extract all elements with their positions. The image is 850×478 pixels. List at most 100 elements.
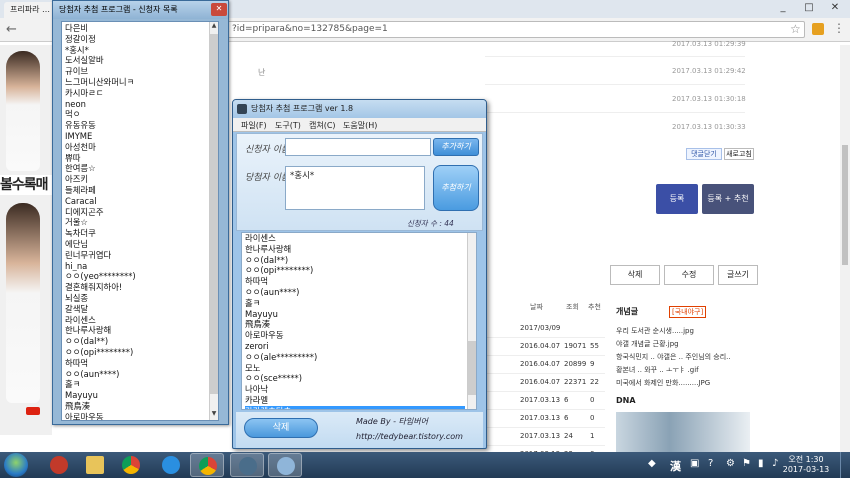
concept-item[interactable]: 우리 도서관 순시생.....jpg [616,326,694,336]
list-item[interactable]: 모노 [245,363,465,374]
list-item[interactable]: 유동유동 [65,120,205,131]
list-item[interactable]: 느그머니산와머니ㅋ [65,77,205,88]
list-item[interactable]: 에단님 [65,239,205,250]
concept-item[interactable]: 미국에서 화제인 만화.........JPG [616,378,710,388]
show-desktop-button[interactable] [840,452,850,478]
table-row[interactable]: 2016.04.07 20899 9 [480,356,605,374]
list-item[interactable]: 결혼해줘지하아! [65,282,205,293]
extension-icon[interactable] [812,23,824,35]
main-list-scroll-thumb[interactable] [468,341,476,395]
blog-url-text[interactable]: http://tedybear.tistory.com [356,432,463,441]
taskbar-chrome-active[interactable] [190,453,224,477]
list-item[interactable]: 다은비 [65,23,205,34]
list-item[interactable]: IMYME [65,131,205,142]
table-row[interactable]: 2016.04.07 22371 22 [480,374,605,392]
settings-icon[interactable]: ⚙ [726,458,735,469]
table-row[interactable]: 2017/03/09 [480,320,605,338]
list-item[interactable]: 하따먹 [65,358,205,369]
delete-button[interactable]: 삭제 [244,418,318,438]
minimize-button[interactable]: _ [770,0,796,16]
list-item[interactable]: 飛鳥湊 [245,319,465,330]
list-item[interactable]: 규이브 [65,66,205,77]
list-item[interactable]: 홀ㅋ [245,298,465,309]
refresh-button[interactable]: 새로고침 [724,148,754,160]
list-item[interactable]: 한여름☆ [65,163,205,174]
scroll-up-icon[interactable]: ▲ [209,22,218,32]
list-item[interactable]: 갈색달 [65,304,205,315]
list-item[interactable]: Caracal [65,196,205,207]
list-item[interactable]: ㅇㅇ(aun****) [245,287,465,298]
write-post-button[interactable]: 글쓰기 [718,265,758,285]
back-arrow-icon[interactable]: ← [6,22,17,37]
main-applicant-listbox[interactable]: 라이센스 한나루사랑해 ㅇㅇ(dal**) ㅇㅇ(opi********) 하따먹 ㅇㅇ(… [241,232,477,410]
list-item[interactable]: 아성천마 [65,142,205,153]
list-item[interactable]: ㅇㅇ(sce*****) [245,373,465,384]
ime-indicator[interactable]: 漢 [670,458,681,474]
list-item[interactable]: 하따먹 [245,276,465,287]
applicant-name-input[interactable] [285,138,431,156]
list-item[interactable]: 들체라페 [65,185,205,196]
list-item[interactable]: 도서실알바 [65,55,205,66]
list-item[interactable]: ㅇㅇ(dal**) [65,336,205,347]
list-window-title[interactable]: 당첨자 추첨 프로그램 - 신청자 목록 [53,1,228,19]
delete-post-button[interactable]: 삭제 [610,265,660,285]
list-item[interactable]: 카시마ㄹㄷ [65,88,205,99]
list-item[interactable]: 쀼따 [65,153,205,164]
list-item[interactable]: 아즈키 [65,174,205,185]
bookmark-star-icon[interactable]: ☆ [790,22,801,36]
taskbar-media[interactable] [42,453,76,477]
close-icon[interactable]: ✕ [211,3,227,16]
list-item[interactable]: 녹차더쿠 [65,228,205,239]
taskbar-explorer[interactable] [78,453,112,477]
list-item[interactable]: ㅇㅇ(dal**) [245,255,465,266]
table-row[interactable]: 2017.03.13 6 0 [480,392,605,410]
menu-file[interactable]: 파일(F) [241,120,267,131]
volume-icon[interactable]: ♪ [772,458,778,469]
concept-tag[interactable]: [국내야구] [669,306,707,318]
register-recommend-button[interactable]: 등록 + 추천 [702,184,754,214]
table-row[interactable]: 2016.04.07 19071 55 [480,338,605,356]
left-ad-banner[interactable]: 볼수록매 [0,45,52,435]
list-item[interactable]: 정갈이정 [65,34,205,45]
concept-item[interactable]: 항국식민지 .. 야갤은 .. 주인님의 승리.. [616,352,731,362]
list-item[interactable]: ㅇㅇ(ale*********) [245,352,465,363]
main-window-title[interactable]: 당첨자 추첨 프로그램 ver 1.8 [233,100,486,118]
register-button[interactable]: 등록 [656,184,698,214]
list-item[interactable]: zerori [245,341,465,352]
list-item[interactable]: ㅇㅇ(opi********) [65,347,205,358]
list-item[interactable]: 뇌실종 [65,293,205,304]
help-icon[interactable]: ? [708,458,713,469]
list-item[interactable]: 디에지곤주 [65,207,205,218]
list-item[interactable]: 카라멜 [245,395,465,406]
close-button[interactable]: ✕ [822,0,848,16]
draw-button[interactable]: 추첨하기 [433,165,479,211]
list-item[interactable]: 먹ㅇ [65,109,205,120]
clock-date[interactable]: 2017-03-13 [780,465,832,474]
add-button[interactable]: 추가하기 [433,138,479,156]
list-item[interactable]: Mayuyu [65,390,205,401]
list-item[interactable]: *홍시* [65,45,205,56]
list-item[interactable]: 나아낙 [245,384,465,395]
menu-tools[interactable]: 도구(T) [275,120,301,131]
winner-name-field[interactable]: *홍시* [285,166,425,210]
menu-capture[interactable]: 캡쳐(C) [309,120,336,131]
list-item[interactable]: 홀ㅋ [65,379,205,390]
signal-icon[interactable]: ▮ [758,458,764,469]
collapse-comments-button[interactable]: 댓글닫기 [686,148,722,160]
edit-post-button[interactable]: 수정 [664,265,714,285]
flag-icon[interactable]: ⚑ [742,458,751,469]
dna-thumbnail[interactable] [616,412,750,452]
list-item[interactable]: 아로마우동 [245,330,465,341]
list-item[interactable]: ㅇㅇ(opi********) [245,265,465,276]
list-item[interactable]: 거울☆ [65,217,205,228]
list-item[interactable]: 아로마우동 [65,412,205,420]
concept-item[interactable]: 야갤 개념글 근황.jpg [616,339,679,349]
list-item[interactable]: ㅇㅇ(aun****) [65,369,205,380]
maximize-button[interactable]: □ [796,0,822,16]
list-item[interactable]: 린너무귀엽다 [65,250,205,261]
page-scroll-thumb[interactable] [842,145,848,265]
browser-menu-icon[interactable]: ⋮ [833,21,845,35]
taskbar-paint[interactable] [268,453,302,477]
taskbar-ie[interactable] [154,453,188,477]
keyboard-icon[interactable]: ▣ [690,458,699,469]
